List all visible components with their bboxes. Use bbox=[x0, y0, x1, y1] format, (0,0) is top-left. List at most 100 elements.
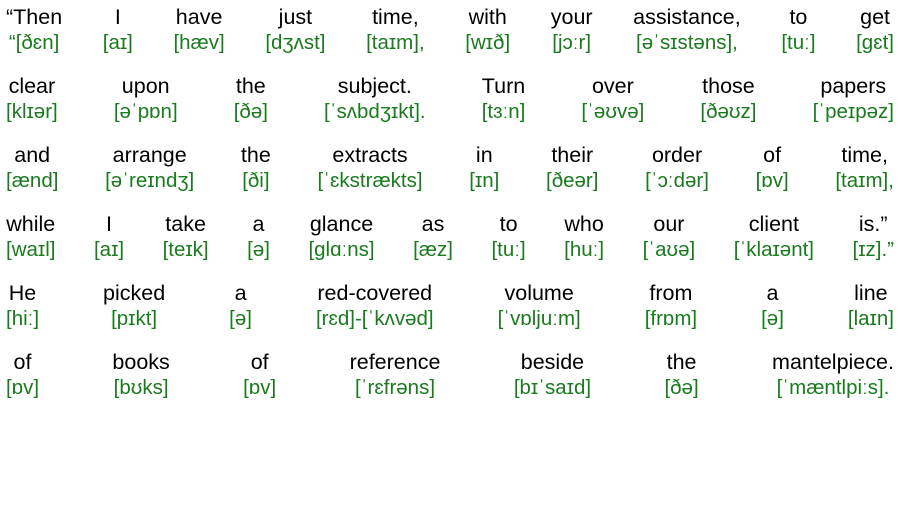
orthographic-word: in bbox=[475, 143, 493, 167]
word-pair: have [hæv] bbox=[173, 4, 224, 56]
orthographic-word: I bbox=[114, 5, 121, 29]
orthographic-word: a bbox=[252, 212, 265, 236]
ipa-transcription: [waɪl] bbox=[6, 238, 56, 261]
ipa-transcription: [ɒv] bbox=[755, 169, 789, 192]
orthographic-word: beside bbox=[520, 350, 585, 374]
word-pair: the [ði] bbox=[241, 142, 271, 194]
word-pair: from [frɒm] bbox=[645, 280, 697, 332]
ipa-transcription: “[ðɛn] bbox=[8, 31, 60, 54]
ipa-transcription: [taɪm], bbox=[835, 169, 894, 192]
word-pair: while [waɪl] bbox=[6, 211, 55, 263]
orthographic-word: who bbox=[564, 212, 604, 236]
word-pair: our [ˈaʊə] bbox=[643, 211, 696, 263]
ipa-transcription: [ə] bbox=[247, 238, 270, 261]
orthographic-word: a bbox=[766, 281, 779, 305]
orthographic-word: glance bbox=[309, 212, 374, 236]
word-pair: arrange [əˈreɪndʒ] bbox=[105, 142, 194, 194]
ipa-transcription: [wɪð] bbox=[465, 31, 511, 54]
orthographic-word: arrange bbox=[112, 143, 187, 167]
ipa-transcription: [hiː] bbox=[6, 307, 40, 330]
word-pair: books [bʊks] bbox=[112, 349, 169, 401]
orthographic-word: time, bbox=[841, 143, 888, 167]
orthographic-word: with bbox=[468, 5, 507, 29]
word-pair: glance [glɑːns] bbox=[308, 211, 374, 263]
word-pair: a [ə] bbox=[247, 211, 270, 263]
word-pair: assistance, [əˈsɪstəns], bbox=[633, 4, 741, 56]
orthographic-word: clear bbox=[8, 74, 56, 98]
word-pair: I [aɪ] bbox=[94, 211, 124, 263]
orthographic-word: volume bbox=[504, 281, 574, 305]
ipa-transcription: [tuː] bbox=[491, 238, 526, 261]
orthographic-word: subject. bbox=[337, 74, 412, 98]
ipa-transcription: [æz] bbox=[413, 238, 453, 261]
ipa-transcription: [ˈklaɪənt] bbox=[733, 238, 814, 261]
word-pair: and [ænd] bbox=[6, 142, 58, 194]
word-pair: with [wɪð] bbox=[465, 4, 510, 56]
ipa-transcription: [ænd] bbox=[6, 169, 59, 192]
line-row-1: “Then “[ðɛn] I [aɪ] have [hæv] just [dʒʌst] … bbox=[6, 4, 894, 56]
orthographic-word: the bbox=[666, 350, 697, 374]
ipa-transcription: [pɪkt] bbox=[111, 307, 158, 330]
ipa-transcription: [rɛd]-[ˈkʌvəd] bbox=[315, 307, 434, 330]
ipa-transcription: [ðəʊz] bbox=[700, 100, 757, 123]
word-pair: clear [klɪər] bbox=[6, 73, 58, 125]
orthographic-word: line bbox=[854, 281, 888, 305]
word-pair: subject. [ˈsʌbdʒɪkt]. bbox=[324, 73, 426, 125]
orthographic-word: He bbox=[8, 281, 37, 305]
orthographic-word: your bbox=[550, 5, 593, 29]
ipa-transcription: [huː] bbox=[564, 238, 605, 261]
orthographic-word: the bbox=[235, 74, 266, 98]
ipa-transcription: [ˈmæntlpiːs]. bbox=[776, 376, 890, 399]
transcription-page: “Then “[ðɛn] I [aɪ] have [hæv] just [dʒʌst] … bbox=[0, 0, 900, 505]
word-pair: He [hiː] bbox=[6, 280, 39, 332]
word-pair: your [jɔːr] bbox=[551, 4, 593, 56]
ipa-transcription: [əˈsɪstəns], bbox=[636, 31, 738, 54]
ipa-transcription: [hæv] bbox=[173, 31, 225, 54]
orthographic-word: red-covered bbox=[317, 281, 433, 305]
orthographic-word: of bbox=[763, 143, 782, 167]
orthographic-word: as bbox=[421, 212, 445, 236]
orthographic-word: mantelpiece. bbox=[772, 350, 894, 374]
word-pair: a [ə] bbox=[761, 280, 784, 332]
ipa-transcription: [dʒʌst] bbox=[265, 31, 326, 54]
word-pair: volume [ˈvɒljuːm] bbox=[498, 280, 581, 332]
orthographic-word: just bbox=[278, 5, 313, 29]
line-row-4: while [waɪl] I [aɪ] take [teɪk] a [ə] glance… bbox=[6, 211, 894, 263]
orthographic-word: the bbox=[240, 143, 271, 167]
word-pair: order [ˈɔːdər] bbox=[645, 142, 709, 194]
orthographic-word: order bbox=[651, 143, 703, 167]
orthographic-word: time, bbox=[372, 5, 419, 29]
ipa-transcription: [ˈvɒljuːm] bbox=[497, 307, 581, 330]
ipa-transcription: [ɪz].” bbox=[852, 238, 894, 261]
word-pair: as [æz] bbox=[413, 211, 453, 263]
ipa-transcription: [ˈsʌbdʒɪkt]. bbox=[324, 100, 426, 123]
ipa-transcription: [ði] bbox=[242, 169, 270, 192]
word-pair: “Then “[ðɛn] bbox=[6, 4, 62, 56]
ipa-transcription: [ðə] bbox=[664, 376, 699, 399]
ipa-transcription: [ə] bbox=[761, 307, 784, 330]
word-pair: reference [ˈrɛfrəns] bbox=[350, 349, 441, 401]
orthographic-word: take bbox=[165, 212, 206, 236]
word-pair: red-covered [rɛd]-[ˈkʌvəd] bbox=[316, 280, 434, 332]
orthographic-word: a bbox=[234, 281, 247, 305]
orthographic-word: upon bbox=[121, 74, 170, 98]
orthographic-word: Turn bbox=[481, 74, 526, 98]
orthographic-word: their bbox=[551, 143, 594, 167]
word-pair: of [ɒv] bbox=[6, 349, 39, 401]
ipa-transcription: [laɪn] bbox=[847, 307, 894, 330]
ipa-transcription: [ɒv] bbox=[243, 376, 277, 399]
orthographic-word: our bbox=[653, 212, 685, 236]
orthographic-word: to bbox=[789, 5, 808, 29]
line-row-6: of [ɒv] books [bʊks] of [ɒv] reference [ˈrɛf… bbox=[6, 349, 894, 401]
orthographic-word: of bbox=[250, 350, 269, 374]
word-pair: to [tuː] bbox=[491, 211, 525, 263]
ipa-transcription: [ɒv] bbox=[6, 376, 40, 399]
word-pair: papers [ˈpeɪpəz] bbox=[813, 73, 894, 125]
orthographic-word: I bbox=[106, 212, 112, 236]
ipa-transcription: [klɪər] bbox=[6, 100, 58, 123]
word-pair: to [tuː] bbox=[781, 4, 815, 56]
line-row-2: clear [klɪər] upon [əˈpɒn] the [ðə] subject… bbox=[6, 73, 894, 125]
ipa-transcription: [ˈəʊvə] bbox=[581, 100, 645, 123]
word-pair: just [dʒʌst] bbox=[265, 4, 325, 56]
orthographic-word: papers bbox=[820, 74, 887, 98]
